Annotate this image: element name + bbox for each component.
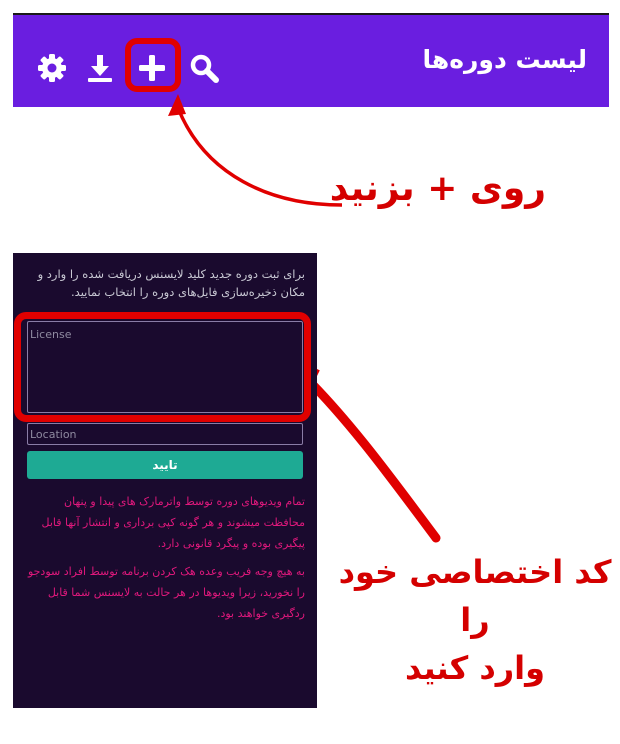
enter-code-instruction: کد اختصاصی خود را وارد کنید	[335, 548, 615, 692]
intro-text: برای ثبت دوره جدید کلید لایسنس دریافت شد…	[37, 267, 305, 299]
enter-code-line-2: وارد کنید	[404, 649, 546, 687]
watermark-warning: تمام ویدیوهای دوره توسط واترمارک های پید…	[41, 495, 306, 550]
arrow-head-1	[168, 94, 186, 116]
tap-plus-instruction: روی + بزنید	[329, 168, 546, 209]
license-field-highlight	[14, 312, 311, 422]
confirm-button[interactable]: تایید	[27, 451, 303, 479]
enter-code-line-1: کد اختصاصی خود را	[338, 553, 612, 639]
location-input[interactable]	[27, 423, 303, 445]
arrow-to-add-button	[176, 107, 343, 207]
hack-warning: به هیچ وجه فریب وعده هک کردن برنامه توسط…	[27, 565, 305, 620]
arrow-to-license-field	[295, 367, 441, 543]
